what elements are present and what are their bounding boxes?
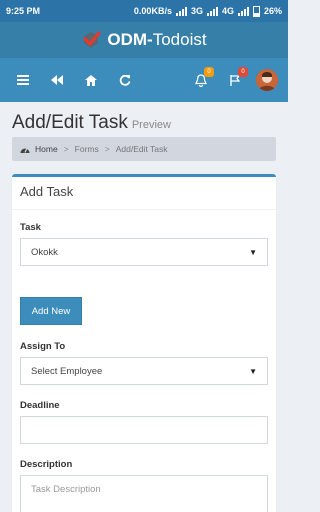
flags-badge: 0 [238, 67, 248, 77]
logo-checkmark-icon [81, 30, 101, 50]
dashboard-icon [20, 145, 30, 154]
signal-icon [175, 6, 187, 16]
breadcrumb-current: Add/Edit Task [115, 144, 168, 154]
task-label: Task [20, 222, 41, 233]
logo-prefix: ODM- [107, 30, 153, 49]
status-network-3g: 3G [190, 6, 203, 16]
flag-icon[interactable]: 0 [218, 65, 252, 95]
description-textarea[interactable]: Task Description [20, 475, 268, 512]
logo-bar: ODM-Todoist [0, 22, 288, 58]
page-subtitle: Preview [131, 119, 171, 131]
back-icon[interactable] [40, 65, 74, 95]
home-icon[interactable] [74, 65, 108, 95]
breadcrumb-home[interactable]: Home [35, 144, 58, 154]
deadline-label: Deadline [20, 400, 60, 411]
assign-to-select-value: Select Employee [31, 365, 103, 377]
notifications-badge: 0 [204, 67, 214, 77]
status-time: 9:25 PM [6, 6, 41, 16]
signal-icon [237, 6, 249, 16]
breadcrumb-forms[interactable]: Forms [75, 144, 99, 154]
app-logo: ODM-Todoist [107, 30, 206, 50]
assign-to-select[interactable]: Select Employee ▼ [20, 357, 268, 385]
logo-suffix: Todoist [152, 30, 207, 49]
page-title: Add/Edit Task Preview [12, 112, 171, 134]
status-bar: 9:25 PM 0.00KB/s 3G 4G 26% [0, 0, 288, 22]
notifications-bell-icon[interactable]: 0 [184, 65, 218, 95]
signal-icon [206, 6, 218, 16]
task-select-value: Okokk [31, 246, 58, 258]
refresh-icon[interactable] [108, 65, 142, 95]
navbar: 0 0 [0, 58, 288, 102]
status-battery: 26% [263, 6, 282, 16]
box-title: Add Task [12, 177, 276, 210]
task-select[interactable]: Okokk ▼ [20, 238, 268, 266]
battery-icon [252, 5, 260, 17]
chevron-down-icon: ▼ [249, 247, 257, 257]
deadline-input[interactable] [20, 416, 268, 444]
assign-to-label: Assign To [20, 341, 66, 352]
breadcrumb: Home > Forms > Add/Edit Task [12, 137, 276, 161]
status-network-4g: 4G [221, 6, 234, 16]
add-task-box: Add Task Task Okokk ▼ Add New Assign To … [12, 174, 276, 512]
page-title-text: Add/Edit Task [12, 112, 128, 133]
chevron-down-icon: ▼ [249, 366, 257, 376]
description-placeholder: Task Description [31, 484, 101, 495]
description-label: Description [20, 459, 73, 470]
menu-icon[interactable] [6, 65, 40, 95]
user-avatar[interactable] [256, 69, 278, 91]
status-speed: 0.00KB/s [133, 6, 172, 16]
add-new-button[interactable]: Add New [20, 297, 82, 325]
